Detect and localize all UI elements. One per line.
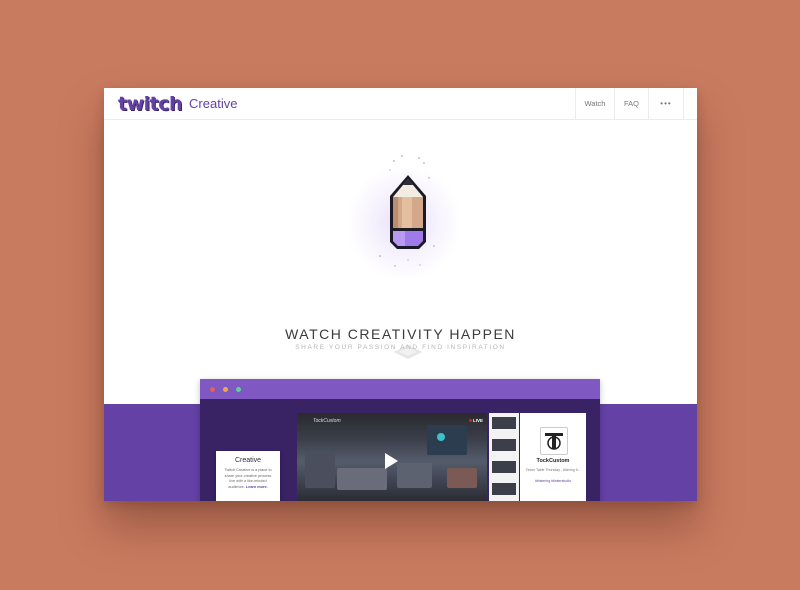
thumbnail-item[interactable] [492, 439, 516, 451]
card-text: Twitch Creative is a place to share your… [222, 468, 274, 490]
thumbnail-item[interactable] [492, 483, 516, 495]
more-menu-button[interactable]: ••• [648, 88, 684, 119]
live-indicator: LIVE [468, 418, 483, 423]
play-icon[interactable] [385, 453, 398, 469]
channel-profile-panel: TockCustom Tinker Table Thursday - Alter… [520, 413, 586, 501]
video-player[interactable]: TockCustom LIVE [297, 413, 487, 501]
twitch-wordmark: twitch [118, 93, 183, 115]
video-channel-label: TockCustom [313, 418, 341, 424]
video-scene-shape [305, 453, 335, 488]
creative-info-card: Creative Twitch Creative is a place to s… [216, 451, 280, 501]
profile-channel-name: TockCustom [536, 458, 570, 464]
mockup-close-dot [210, 387, 215, 392]
video-scene-shape [337, 468, 387, 490]
browser-window: twitch Creative Watch FAQ ••• WATCH CREA… [104, 88, 697, 501]
video-scene-shape [437, 433, 445, 441]
live-dot-icon [468, 419, 472, 423]
ellipsis-icon: ••• [660, 99, 672, 108]
product-name: Creative [189, 96, 238, 111]
mockup-title-bar [200, 379, 600, 399]
live-label: LIVE [472, 418, 483, 423]
hero-headline: WATCH CREATIVITY HAPPEN [285, 326, 516, 342]
twitch-creative-logo[interactable]: twitch Creative [118, 93, 237, 115]
video-scene-shape [397, 463, 432, 488]
top-navigation-bar: twitch Creative Watch FAQ ••• [104, 88, 697, 120]
video-scene-shape [427, 425, 467, 455]
card-title: Creative [234, 457, 262, 464]
mockup-minimize-dot [223, 387, 228, 392]
learn-more-link[interactable]: Learn more. [246, 485, 268, 489]
avatar[interactable] [540, 427, 568, 455]
hero-subheadline: SHARE YOUR PASSION AND FIND INSPIRATION [295, 344, 506, 351]
nav-faq-link[interactable]: FAQ [614, 88, 648, 119]
nav-watch-link[interactable]: Watch [575, 88, 614, 119]
video-scene-shape [447, 468, 477, 488]
profile-stream-title: Tinker Table Thursday - Altering fi... [525, 468, 581, 472]
thumbnail-list [489, 413, 519, 501]
profile-tags[interactable]: #tinkering #tinkerstudio [520, 479, 586, 483]
nav-links: Watch FAQ ••• [575, 88, 697, 119]
thumbnail-item[interactable] [492, 417, 516, 429]
mockup-maximize-dot [236, 387, 241, 392]
channel-logo-icon [545, 433, 563, 450]
thumbnail-item[interactable] [492, 461, 516, 473]
